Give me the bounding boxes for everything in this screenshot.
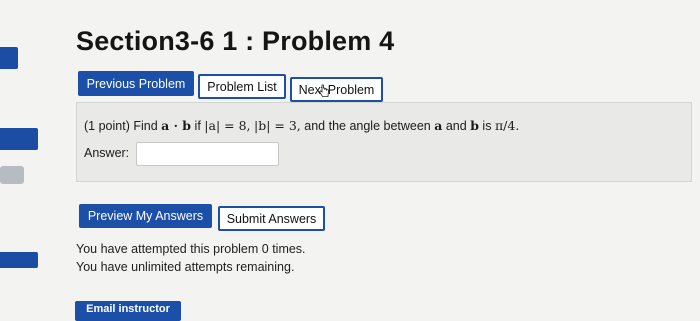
- problem-angle-text: and the angle between: [304, 119, 431, 133]
- answer-label: Answer:: [84, 146, 130, 160]
- problem-and-word: and: [445, 119, 467, 133]
- answer-input[interactable]: [136, 142, 279, 166]
- sidebar-tab-4[interactable]: [0, 252, 38, 268]
- problem-list-button[interactable]: Problem List: [198, 74, 286, 99]
- problem-angle-value: π/4.: [494, 118, 520, 133]
- remaining-attempts-text: You have unlimited attempts remaining.: [76, 260, 295, 274]
- problem-vector-a: a: [434, 118, 443, 133]
- previous-problem-button[interactable]: Previous Problem: [78, 71, 194, 96]
- problem-given-a: |a| = 8,: [204, 118, 251, 133]
- problem-is-word: is: [482, 119, 492, 133]
- sidebar-tab-3[interactable]: [0, 166, 24, 184]
- page-title: Section3-6 1 : Problem 4: [76, 26, 395, 56]
- problem-points: (1 point): [84, 119, 130, 133]
- problem-find-word: Find: [133, 119, 158, 133]
- problem-statement: (1 point) Find a · b if |a| = 8, |b| = 3…: [84, 118, 519, 133]
- problem-if-word: if: [194, 119, 201, 133]
- sidebar-tab-2[interactable]: [0, 128, 38, 150]
- problem-vector-b: b: [470, 118, 479, 133]
- problem-given-b: |b| = 3,: [254, 118, 301, 133]
- attempts-status-text: You have attempted this problem 0 times.: [76, 242, 306, 256]
- hand-cursor-icon: [318, 84, 329, 97]
- preview-answers-button[interactable]: Preview My Answers: [79, 204, 212, 228]
- submit-answers-button[interactable]: Submit Answers: [218, 206, 325, 231]
- next-problem-button[interactable]: Next Problem: [290, 77, 383, 102]
- email-instructor-button[interactable]: Email instructor: [75, 301, 181, 321]
- problem-dot-expression: a · b: [161, 118, 192, 133]
- sidebar-tab-1[interactable]: [0, 47, 18, 69]
